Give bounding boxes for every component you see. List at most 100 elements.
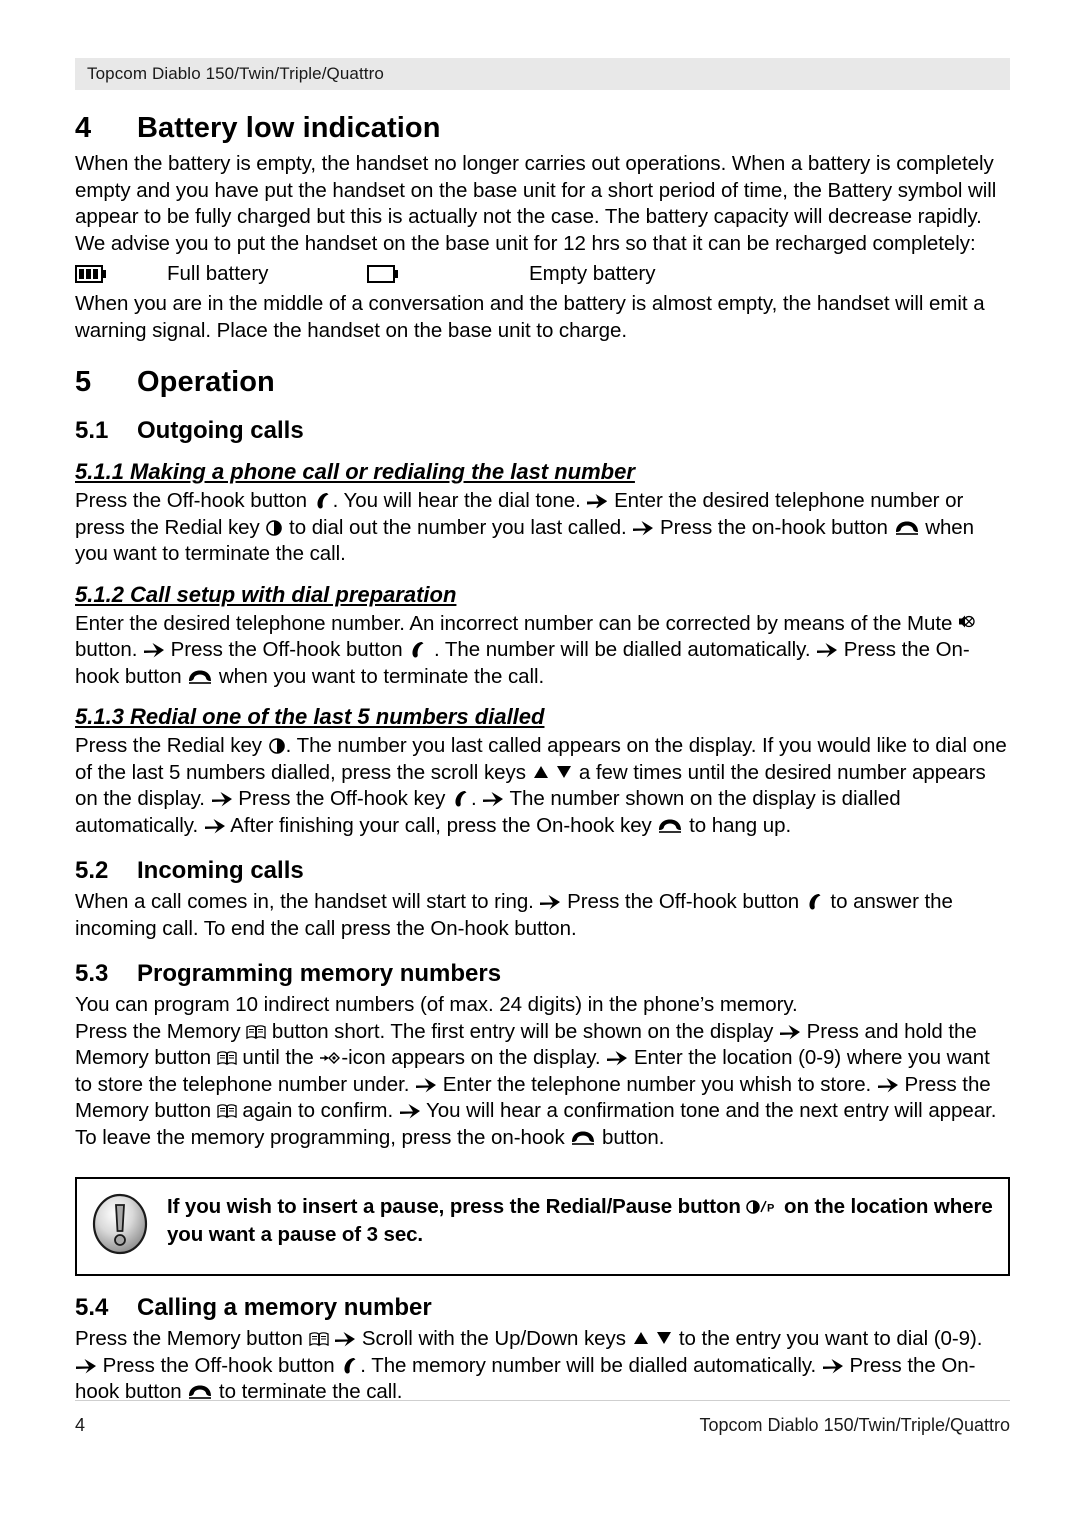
off-hook-icon bbox=[412, 642, 424, 658]
s512-text-1: Enter the desired telephone number. An i… bbox=[75, 611, 953, 635]
heading-section-4-title: Battery low indication bbox=[137, 112, 441, 144]
heading-5-1-2-wrap: 5.1.2 Call setup with dial preparation bbox=[75, 582, 1010, 608]
off-hook-icon bbox=[317, 493, 329, 509]
footer-doc-title: Topcom Diablo 150/Twin/Triple/Quattro bbox=[699, 1415, 1010, 1435]
section-5-1-3-paragraph: Press the Redial key . The number you la… bbox=[75, 733, 1010, 839]
arrow-right-icon bbox=[539, 891, 561, 911]
heading-section-5: 5 Operation bbox=[75, 366, 1010, 399]
s512-text-6: when you want to terminate the call. bbox=[218, 664, 545, 688]
page-footer: 4 Topcom Diablo 150/Twin/Triple/Quattro bbox=[75, 1400, 1010, 1436]
heading-section-5-2-number: 5.2 bbox=[75, 857, 109, 884]
heading-section-5-1-2: 5.1.2 Call setup with dial preparation bbox=[75, 581, 457, 607]
s512-text-4: . The number will be dialled automatical… bbox=[433, 638, 811, 661]
battery-full-label: Full battery bbox=[167, 262, 269, 285]
section-5-3-paragraph: Press the Memory button short. The first… bbox=[75, 1019, 1010, 1152]
heading-section-5-number: 5 bbox=[75, 366, 92, 398]
svg-text:P: P bbox=[767, 1203, 774, 1215]
section-5-4-paragraph: Press the Memory button Scroll with the … bbox=[75, 1326, 1010, 1406]
s53-text-2: button short. The first entry will be sh… bbox=[271, 1019, 774, 1043]
section-5-3-intro: You can program 10 indirect numbers (of … bbox=[75, 993, 798, 1016]
s513-text-8: to hang up. bbox=[689, 813, 792, 837]
s511-text-5: Press the on-hook button bbox=[660, 515, 888, 539]
off-hook-icon bbox=[344, 1357, 356, 1373]
footer-divider bbox=[75, 1400, 1010, 1401]
on-hook-icon bbox=[189, 1385, 212, 1399]
s53-text-7: Enter the telephone number you whish to … bbox=[442, 1072, 872, 1096]
s54-text-3: to the entry you want to dial (0-9). bbox=[678, 1327, 983, 1350]
battery-full-icon bbox=[75, 265, 106, 283]
arrow-right-icon bbox=[482, 788, 504, 808]
scroll-down-icon bbox=[657, 1332, 672, 1344]
scroll-up-icon bbox=[633, 1332, 648, 1344]
note-box: If you wish to insert a pause, press the… bbox=[75, 1177, 1010, 1276]
battery-legend-row: Full battery Empty battery bbox=[75, 259, 1010, 289]
arrow-right-icon bbox=[399, 1100, 421, 1120]
memory-icon bbox=[308, 1332, 329, 1347]
on-hook-icon bbox=[659, 819, 682, 833]
redial-icon bbox=[268, 738, 285, 754]
arrow-right-icon bbox=[143, 639, 165, 659]
heading-section-5-1: 5.1 Outgoing calls bbox=[75, 417, 1010, 445]
heading-section-5-2-title: Incoming calls bbox=[137, 857, 304, 884]
heading-section-5-3-number: 5.3 bbox=[75, 960, 109, 987]
section-5-1-1-paragraph: Press the Off-hook button . You will hea… bbox=[75, 488, 1010, 568]
section-4-paragraph-1: When the battery is empty, the handset n… bbox=[75, 152, 997, 255]
mute-icon bbox=[959, 615, 975, 627]
heading-section-5-2: 5.2 Incoming calls bbox=[75, 857, 1010, 885]
memory-icon bbox=[217, 1104, 237, 1119]
s52-text-1: When a call comes in, the handset will s… bbox=[75, 890, 534, 913]
battery-empty-label: Empty battery bbox=[529, 262, 656, 285]
heading-section-4: 4 Battery low indication bbox=[75, 112, 1010, 145]
footer-row: 4 Topcom Diablo 150/Twin/Triple/Quattro bbox=[75, 1415, 1010, 1436]
section-4-paragraph-2: When you are in the middle of a conversa… bbox=[75, 292, 985, 342]
heading-section-5-4-number: 5.4 bbox=[75, 1294, 109, 1321]
warning-exclamation-icon bbox=[91, 1193, 153, 1260]
heading-section-5-3: 5.3 Programming memory numbers bbox=[75, 960, 1010, 988]
heading-5-1-3-wrap: 5.1.3 Redial one of the last 5 numbers d… bbox=[75, 704, 1010, 730]
s53-text-1: Press the Memory bbox=[75, 1019, 241, 1043]
heading-5-1-1-wrap: 5.1.1 Making a phone call or redialing t… bbox=[75, 459, 1010, 485]
s54-text-5: . The memory number will be dialled auto… bbox=[360, 1353, 817, 1377]
scroll-up-icon bbox=[533, 765, 548, 778]
on-hook-icon bbox=[572, 1131, 595, 1145]
memory-icon bbox=[246, 1024, 266, 1039]
heading-section-5-3-title: Programming memory numbers bbox=[137, 960, 502, 987]
s53-text-11: button. bbox=[602, 1125, 665, 1149]
s513-text-7: After finishing your call, press the On-… bbox=[230, 813, 652, 837]
heading-section-5-1-1: 5.1.1 Making a phone call or redialing t… bbox=[75, 459, 635, 484]
store-arrow-icon bbox=[320, 1052, 341, 1064]
page-content: Topcom Diablo 150/Twin/Triple/Quattro 4 … bbox=[75, 58, 1010, 1406]
arrow-right-icon bbox=[606, 1047, 628, 1067]
s511-text-4: to dial out the number you last called. bbox=[289, 515, 627, 539]
section-5-2-paragraph: When a call comes in, the handset will s… bbox=[75, 889, 1010, 942]
scroll-down-icon bbox=[557, 765, 572, 778]
s54-text-4: Press the Off-hook button bbox=[102, 1353, 335, 1377]
on-hook-icon bbox=[189, 670, 212, 684]
s512-text-3: Press the Off-hook button bbox=[170, 638, 403, 661]
running-header: Topcom Diablo 150/Twin/Triple/Quattro bbox=[75, 58, 1010, 90]
s53-text-5: -icon appears on the display. bbox=[341, 1046, 601, 1069]
heading-section-5-1-number: 5.1 bbox=[75, 417, 109, 444]
s54-text-1: Press the Memory button bbox=[75, 1327, 303, 1350]
heading-section-4-number: 4 bbox=[75, 112, 92, 144]
footer-page-number: 4 bbox=[75, 1415, 86, 1435]
redial-icon bbox=[266, 519, 283, 536]
arrow-right-icon bbox=[204, 815, 226, 835]
s513-text-5: . bbox=[470, 787, 477, 810]
s53-text-9: again to confirm. bbox=[242, 1099, 394, 1122]
s52-text-2: Press the Off-hook button bbox=[567, 890, 800, 913]
note-text-1: If you wish to insert a pause, press the… bbox=[167, 1195, 741, 1218]
arrow-right-icon bbox=[586, 490, 608, 510]
s511-text-1: Press the Off-hook button bbox=[75, 489, 307, 512]
s513-text-4: Press the Off-hook key bbox=[238, 787, 446, 810]
heading-section-5-title: Operation bbox=[137, 366, 275, 398]
on-hook-icon bbox=[895, 521, 918, 535]
arrow-right-icon bbox=[415, 1074, 437, 1094]
redial-pause-icon: P bbox=[746, 1200, 775, 1215]
off-hook-icon bbox=[455, 791, 467, 807]
s512-text-2: button. bbox=[75, 638, 138, 661]
memory-icon bbox=[217, 1051, 237, 1066]
heading-section-5-1-3: 5.1.3 Redial one of the last 5 numbers d… bbox=[75, 704, 545, 729]
s54-text-2: Scroll with the Up/Down keys bbox=[361, 1327, 626, 1350]
section-5-1-2-paragraph: Enter the desired telephone number. An i… bbox=[75, 611, 1010, 691]
